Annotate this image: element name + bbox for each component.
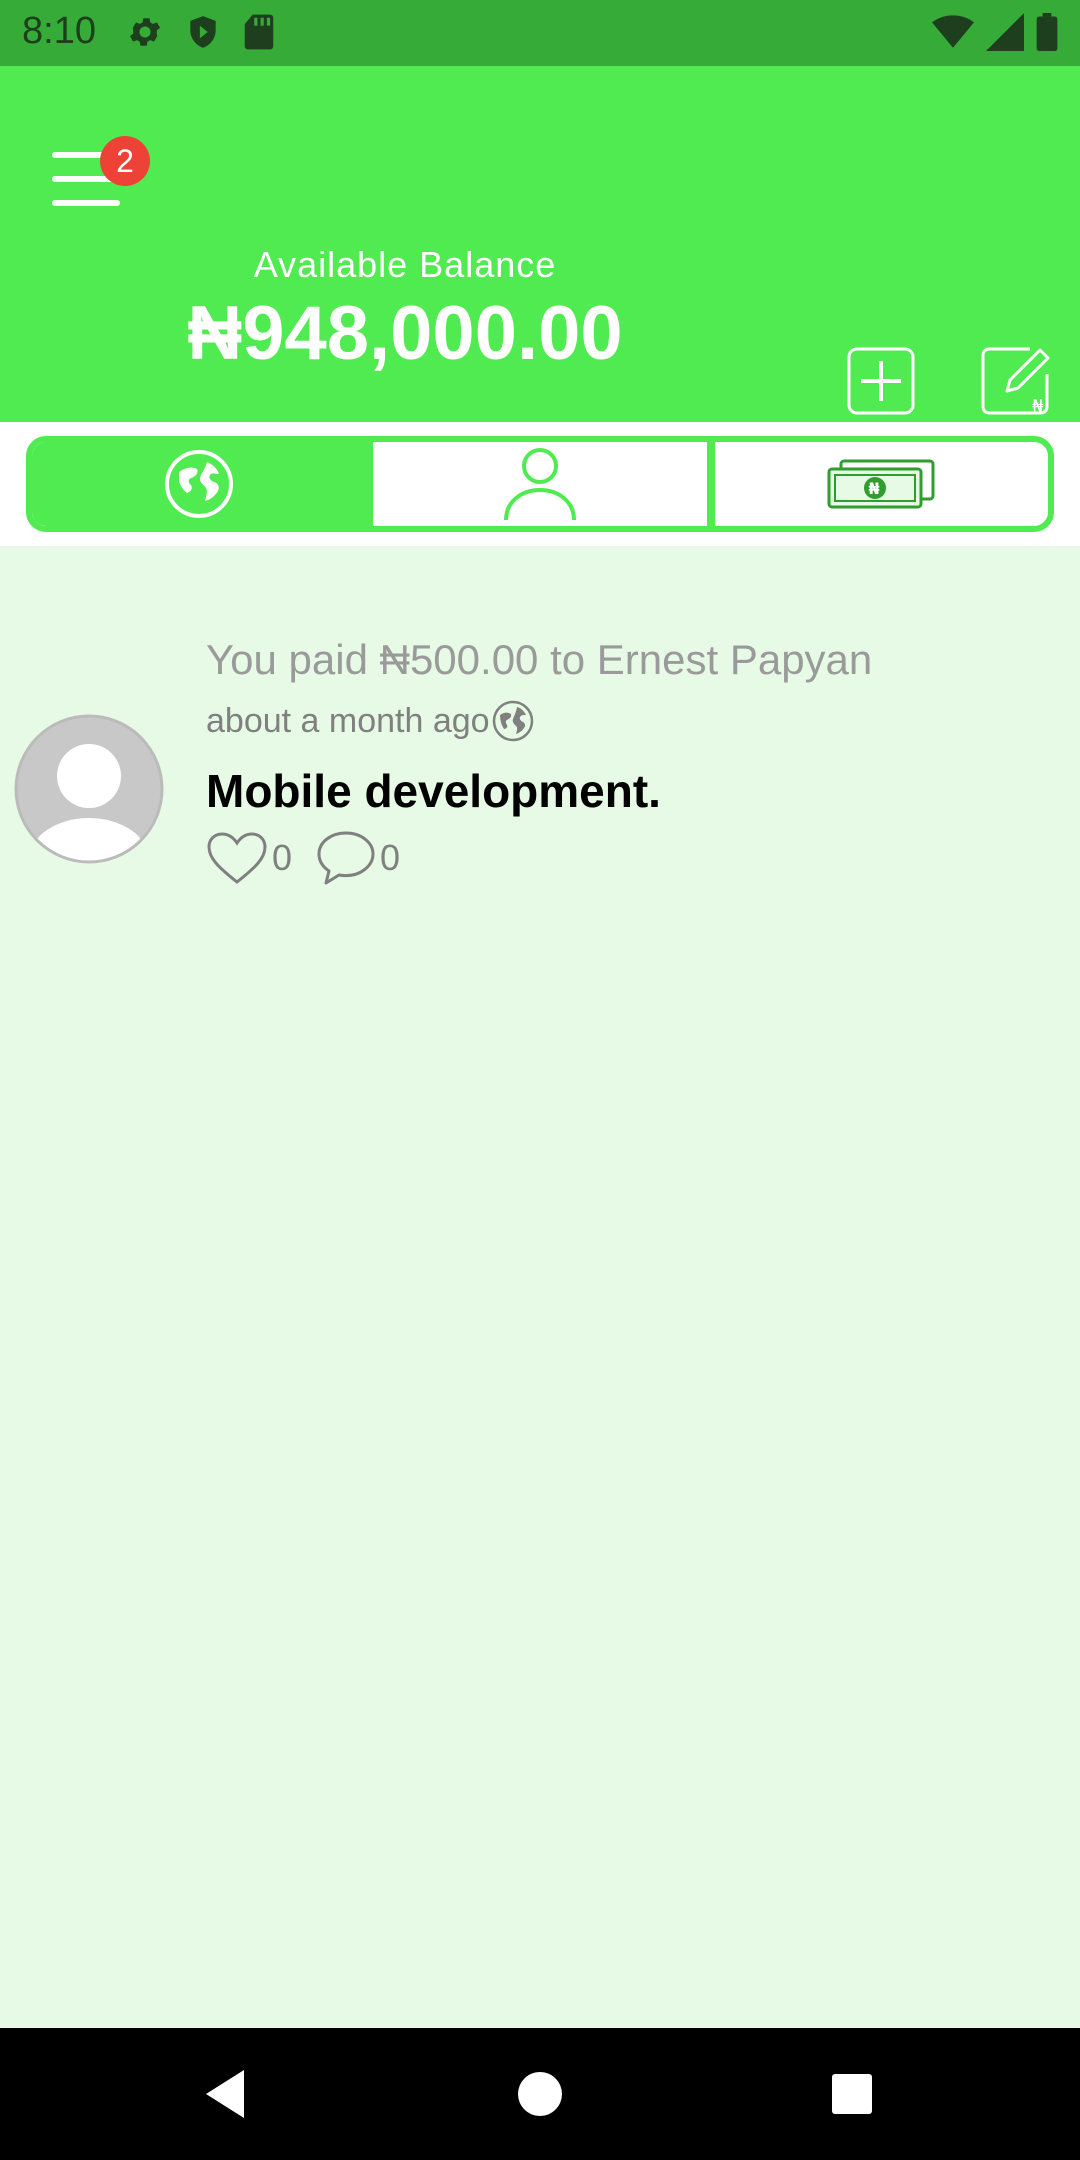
list-item[interactable]: You paid ₦500.00 to Ernest Papyan about …	[0, 630, 1080, 890]
naira-money-icon: ₦	[827, 459, 935, 509]
balance-header: 2 Available Balance ₦948,000.00 ₦	[0, 66, 1080, 422]
svg-text:₦: ₦	[1032, 396, 1044, 416]
svg-text:₦: ₦	[869, 479, 880, 498]
globe-icon	[164, 450, 233, 518]
user-icon	[503, 448, 576, 521]
add-funds-icon	[847, 347, 915, 415]
comment-button[interactable]: 0	[316, 830, 400, 886]
shield-icon	[184, 13, 222, 56]
signal-icon	[986, 13, 1024, 56]
back-button[interactable]	[196, 2062, 260, 2126]
like-button[interactable]: 0	[206, 831, 292, 885]
notification-badge: 2	[100, 136, 150, 186]
edit-naira-icon: ₦	[981, 347, 1050, 417]
feed-tabs-container: ₦	[0, 422, 1080, 546]
edit-naira-button[interactable]: ₦	[980, 346, 1050, 417]
wifi-icon	[932, 13, 974, 56]
transaction-description: You paid ₦500.00 to Ernest Papyan	[206, 636, 873, 683]
recents-button[interactable]	[820, 2062, 884, 2126]
system-nav-bar	[0, 2028, 1080, 2160]
battery-icon	[1036, 13, 1058, 56]
avatar	[14, 714, 164, 864]
tab-global[interactable]	[32, 442, 366, 526]
globe-icon	[492, 700, 533, 742]
tab-personal[interactable]	[365, 442, 706, 526]
transaction-note: Mobile development.	[206, 765, 661, 817]
time-label: about a month ago	[206, 701, 490, 740]
gear-icon	[126, 13, 164, 56]
comment-count: 0	[380, 837, 401, 878]
back-icon	[206, 2070, 244, 2118]
recents-icon	[832, 2074, 872, 2114]
heart-icon	[207, 832, 267, 884]
comment-icon	[317, 831, 375, 885]
home-icon	[518, 2072, 562, 2116]
home-button[interactable]	[508, 2062, 572, 2126]
tab-money[interactable]: ₦	[706, 442, 1048, 526]
transaction-time: about a month ago	[206, 700, 534, 742]
sd-card-icon	[242, 13, 276, 56]
balance-label: Available Balance	[253, 244, 557, 285]
like-count: 0	[272, 837, 293, 878]
balance-value: ₦948,000.00	[187, 291, 623, 376]
status-bar: 8:10	[0, 0, 1080, 66]
add-funds-button[interactable]	[846, 346, 916, 416]
status-time: 8:10	[22, 10, 96, 52]
